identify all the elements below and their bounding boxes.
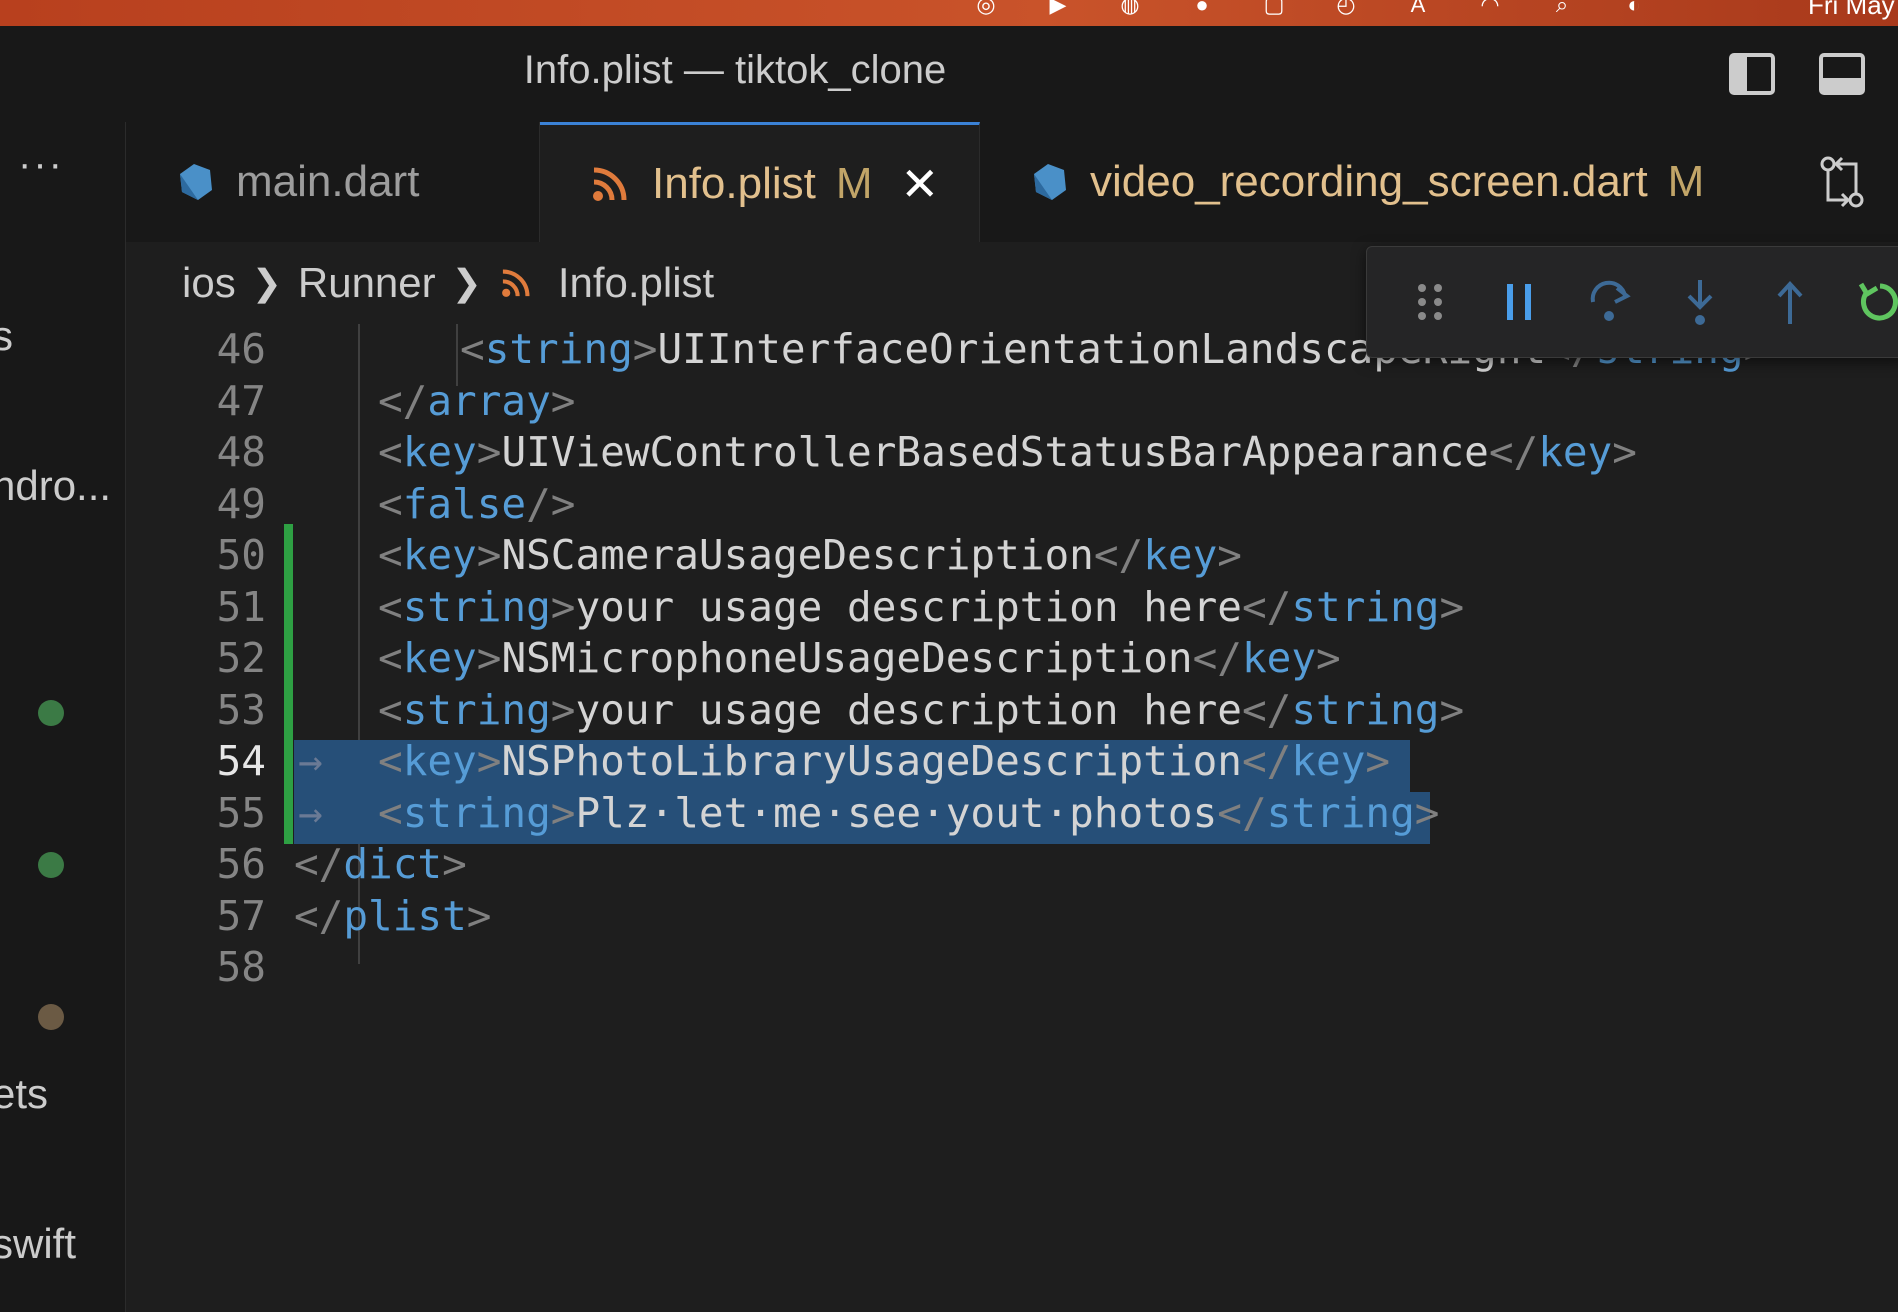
- rss-icon: [593, 167, 627, 201]
- chevron-right-icon: ❯: [451, 262, 482, 303]
- debug-toolbar: [1366, 246, 1898, 358]
- panel-layout-icon: [1819, 53, 1865, 95]
- chevron-right-icon: ❯: [251, 262, 282, 303]
- tab-label: video_recording_screen.dart: [1090, 157, 1648, 206]
- tab-label: main.dart: [236, 157, 420, 206]
- git-status-dot: [38, 1004, 64, 1030]
- tab-label: Info.plist: [652, 158, 816, 208]
- pause-button[interactable]: [1497, 276, 1543, 328]
- explorer-item-swift[interactable]: swift: [0, 1220, 76, 1268]
- control-center-icon[interactable]: ◐: [1620, 0, 1648, 20]
- rss-icon: [501, 269, 530, 297]
- explorer-item-assets[interactable]: ets: [0, 1070, 48, 1118]
- explorer-sidebar: ··· s ndro... ets swift: [0, 122, 126, 1312]
- window-title: Info.plist — tiktok_clone: [523, 48, 947, 92]
- window-icon[interactable]: ▢: [1260, 0, 1288, 20]
- explorer-item-android[interactable]: ndro...: [0, 462, 111, 510]
- dart-icon: [180, 164, 212, 200]
- step-out-icon: [1777, 281, 1803, 324]
- restart-button[interactable]: [1857, 276, 1898, 328]
- more-actions-button[interactable]: ···: [18, 142, 64, 187]
- pause-icon: [1507, 284, 1531, 320]
- window-title-bar: Info.plist — tiktok_clone: [0, 26, 1898, 123]
- code-editor[interactable]: 46 <string>UIInterfaceOrientationLandscap…: [126, 324, 1898, 1312]
- menu-bar-clock[interactable]: Fri May: [1808, 0, 1898, 21]
- close-icon[interactable]: ✕: [901, 157, 940, 211]
- tab-video-recording-screen[interactable]: video_recording_screen.dart M: [980, 122, 1850, 242]
- restart-icon: [1858, 282, 1898, 321]
- explorer-item[interactable]: s: [0, 312, 13, 360]
- play-icon[interactable]: ▶: [1044, 0, 1072, 20]
- open-changes-icon[interactable]: [1816, 154, 1868, 210]
- input-source-icon[interactable]: A: [1404, 0, 1432, 20]
- toggle-panel-button[interactable]: [1818, 50, 1866, 98]
- globe-icon[interactable]: ◍: [1116, 0, 1144, 20]
- dart-icon: [1034, 164, 1066, 200]
- wifi-icon[interactable]: ◠: [1476, 0, 1504, 20]
- menu-bar-status-icons: ◎ ▶ ◍ ● ▢ ◴ A ◠ ⌕ ◐: [972, 0, 1648, 20]
- line-number: 58: [216, 943, 266, 991]
- tab-main-dart[interactable]: main.dart: [126, 122, 540, 242]
- step-into-button[interactable]: [1677, 276, 1723, 328]
- step-over-icon: [1590, 280, 1631, 321]
- code-line[interactable]: 58: [126, 936, 1898, 998]
- macos-menu-bar: ◎ ▶ ◍ ● ▢ ◴ A ◠ ⌕ ◐ Fri May: [0, 0, 1898, 26]
- breadcrumb-item-info-plist[interactable]: Info.plist: [558, 259, 714, 307]
- sidebar-layout-icon: [1729, 53, 1775, 95]
- modified-indicator: M: [835, 158, 873, 208]
- tab-info-plist[interactable]: Info.plist M ✕: [540, 122, 980, 242]
- modified-indicator: M: [1667, 157, 1705, 206]
- step-into-icon: [1687, 280, 1713, 325]
- spotlight-search-icon[interactable]: ⌕: [1548, 0, 1576, 20]
- git-status-dot: [38, 852, 64, 878]
- creative-cloud-icon[interactable]: ◎: [972, 0, 1000, 20]
- step-out-button[interactable]: [1767, 276, 1813, 328]
- breadcrumb-item-ios[interactable]: ios: [182, 259, 236, 307]
- breadcrumb-item-runner[interactable]: Runner: [298, 259, 436, 307]
- git-status-dot: [38, 700, 64, 726]
- editor-tab-bar: main.dart Info.plist M ✕ video_recording…: [126, 122, 1898, 243]
- notification-icon[interactable]: ●: [1188, 0, 1216, 20]
- drag-handle-icon[interactable]: [1407, 276, 1453, 328]
- clock-icon[interactable]: ◴: [1332, 0, 1360, 20]
- toggle-primary-sidebar-button[interactable]: [1728, 50, 1776, 98]
- step-over-button[interactable]: [1587, 276, 1633, 328]
